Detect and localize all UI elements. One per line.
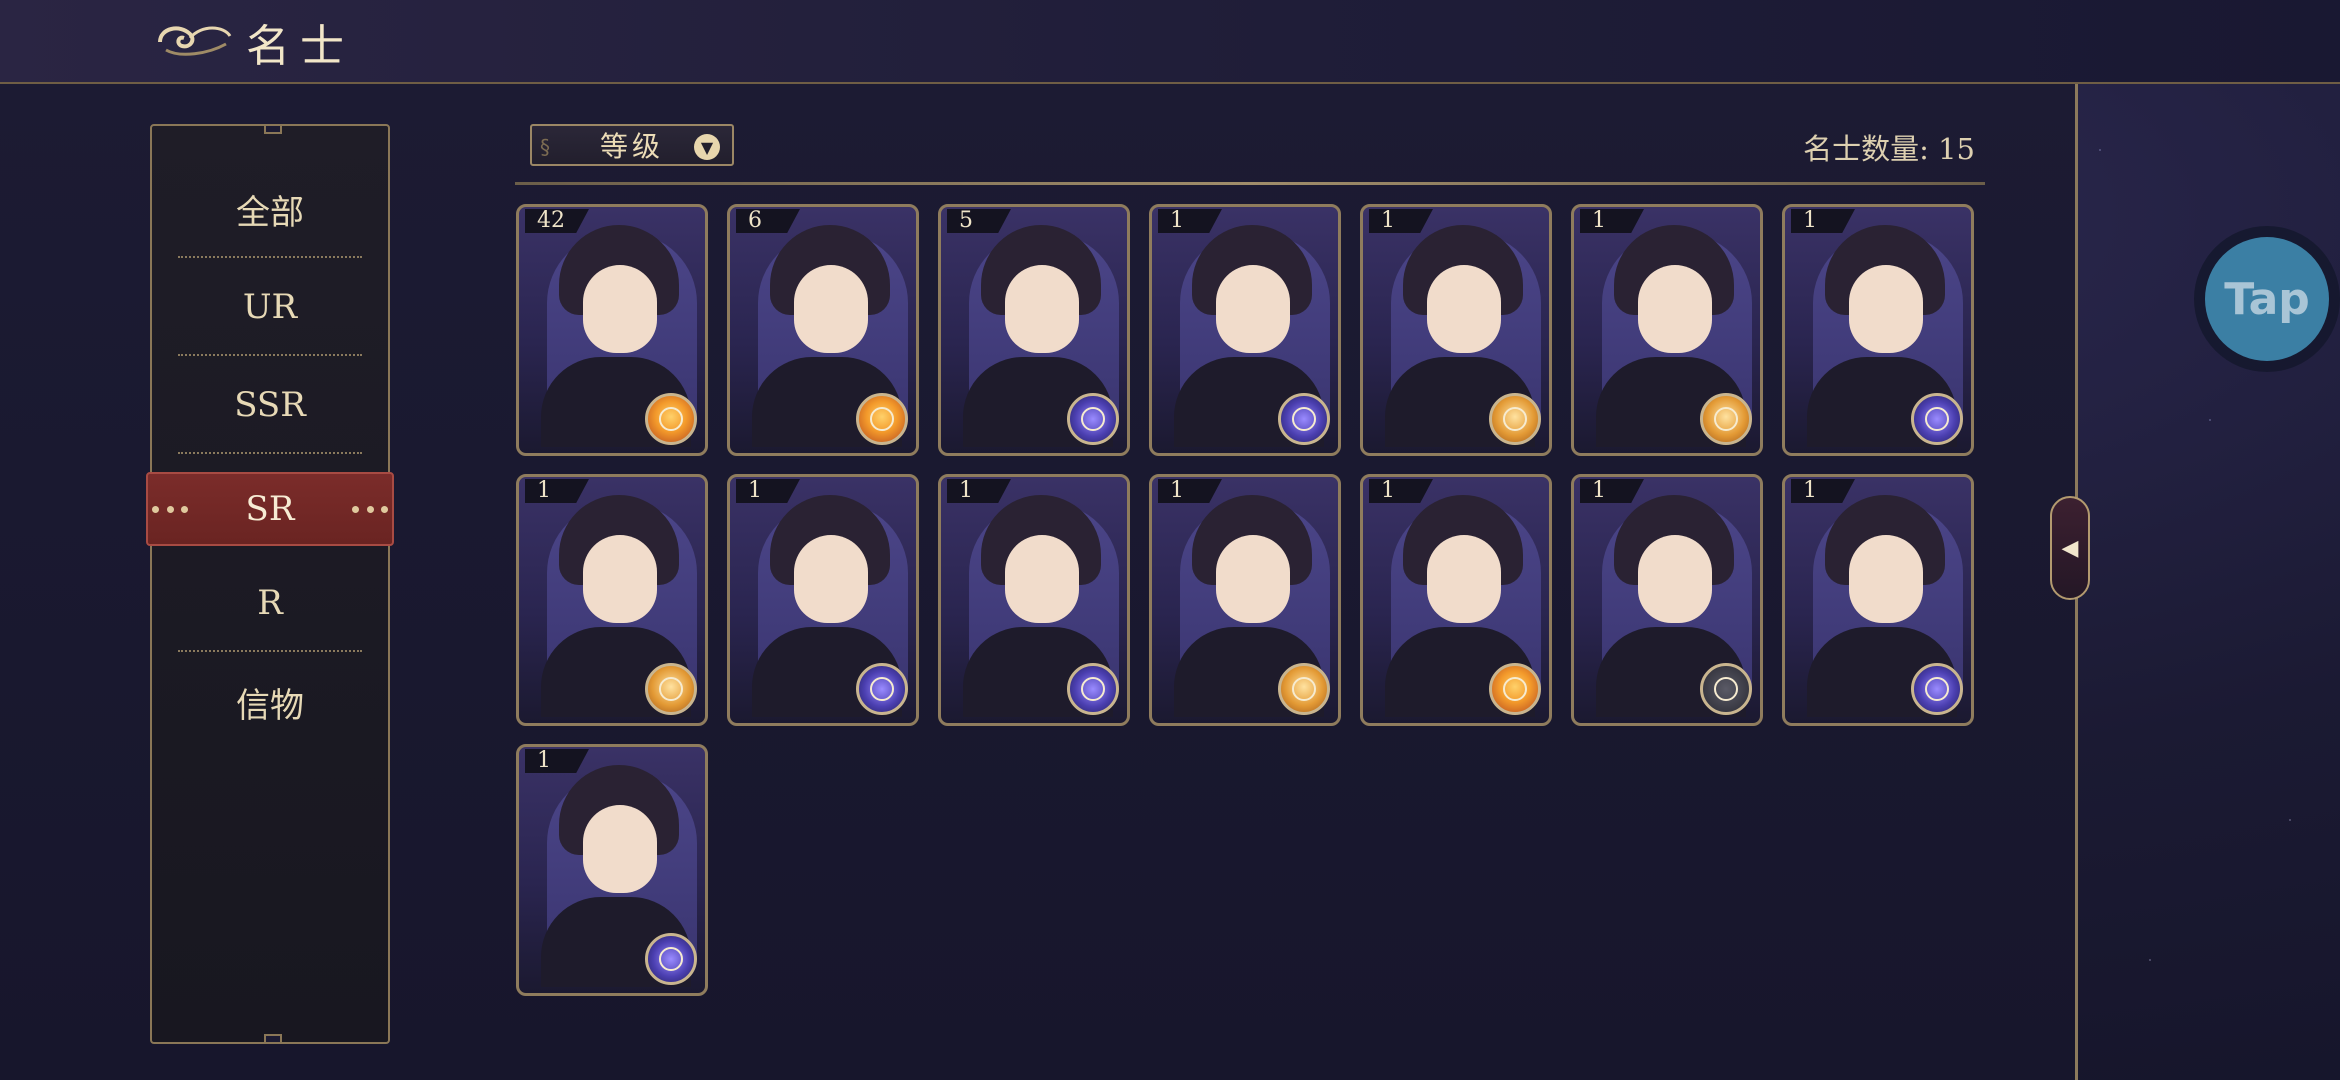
sidebar-notch-bottom — [264, 1034, 282, 1044]
character-face — [583, 265, 657, 353]
moon-element-icon — [856, 663, 908, 715]
sidebar-item-label: SR — [245, 489, 295, 529]
character-card[interactable]: 1 — [1149, 474, 1341, 726]
arrow-left-icon: ◀ — [2061, 535, 2079, 561]
sidebar-item-label: R — [257, 583, 283, 623]
level-badge: 1 — [736, 479, 800, 503]
chevron-down-icon: ▼ — [694, 134, 720, 160]
moon-element-icon — [645, 933, 697, 985]
character-face — [1216, 535, 1290, 623]
character-face — [1849, 265, 1923, 353]
orange-element-icon — [645, 663, 697, 715]
level-badge: 1 — [1158, 209, 1222, 233]
character-face — [1005, 265, 1079, 353]
sidebar-item-sr[interactable]: SR — [146, 472, 394, 546]
ornament-dots-right — [352, 505, 388, 513]
orange-element-icon — [1700, 393, 1752, 445]
sun-element-icon — [645, 393, 697, 445]
character-card[interactable]: 1 — [1149, 204, 1341, 456]
level-badge: 1 — [525, 749, 589, 773]
level-badge: 1 — [1580, 209, 1644, 233]
character-card[interactable]: 1 — [516, 744, 708, 996]
sidebar-item-label: SSR — [234, 385, 306, 425]
character-face — [794, 535, 868, 623]
character-face — [1005, 535, 1079, 623]
character-face — [1427, 265, 1501, 353]
sun-element-icon — [856, 393, 908, 445]
character-face — [583, 535, 657, 623]
moon-element-icon — [1278, 393, 1330, 445]
level-badge: 1 — [1791, 479, 1855, 503]
moon-element-icon — [1067, 663, 1119, 715]
cloud-swirl-icon — [158, 26, 232, 56]
character-card[interactable]: 1 — [1571, 204, 1763, 456]
character-card[interactable]: 1 — [1571, 474, 1763, 726]
character-face — [1427, 535, 1501, 623]
level-badge: 1 — [1791, 209, 1855, 233]
character-face — [583, 805, 657, 893]
level-badge: 5 — [947, 209, 1011, 233]
orange-element-icon — [1489, 393, 1541, 445]
moon-element-icon — [1067, 393, 1119, 445]
character-card[interactable]: 6 — [727, 204, 919, 456]
moon-element-icon — [1911, 393, 1963, 445]
level-badge: 1 — [1369, 209, 1433, 233]
sort-label: 等级 — [599, 130, 664, 163]
ornament-dots-left — [152, 505, 188, 513]
character-face — [1638, 535, 1712, 623]
character-card[interactable]: 1 — [1360, 204, 1552, 456]
sun-element-icon — [1489, 663, 1541, 715]
character-face — [1849, 535, 1923, 623]
sidebar-item-ssr[interactable]: SSR — [178, 358, 362, 454]
sidebar-item-label: 信物 — [236, 685, 304, 726]
character-card[interactable]: 1 — [727, 474, 919, 726]
divider — [515, 182, 1985, 185]
moon-element-icon — [1911, 663, 1963, 715]
sidebar-item-tokens[interactable]: 信物 — [178, 654, 362, 750]
sidebar-item-label: 全部 — [236, 192, 304, 233]
level-badge: 1 — [525, 479, 589, 503]
sidebar-item-all[interactable]: 全部 — [178, 162, 362, 258]
character-card[interactable]: 5 — [938, 204, 1130, 456]
character-count: 名士数量: 15 — [1803, 132, 1975, 166]
sidebar-item-label: UR — [242, 287, 298, 327]
character-card[interactable]: 1 — [516, 474, 708, 726]
character-card[interactable]: 1 — [1782, 474, 1974, 726]
level-badge: 1 — [1580, 479, 1644, 503]
star-element-icon — [1700, 663, 1752, 715]
orange-element-icon — [1278, 663, 1330, 715]
sort-dropdown[interactable]: § 等级 ▼ — [530, 124, 734, 166]
page-title: 名士 — [246, 21, 354, 72]
character-face — [794, 265, 868, 353]
cloud-ornament-icon: § — [540, 135, 550, 159]
collapse-arrow-button[interactable]: ◀ — [2050, 496, 2090, 600]
character-card[interactable]: 42 — [516, 204, 708, 456]
sidebar-notch-top — [264, 124, 282, 134]
level-badge: 6 — [736, 209, 800, 233]
level-badge: 1 — [1158, 479, 1222, 503]
character-card[interactable]: 1 — [938, 474, 1130, 726]
character-card[interactable]: 1 — [1782, 204, 1974, 456]
sidebar-item-r[interactable]: R — [178, 556, 362, 652]
header-bar: 名士 — [0, 0, 2340, 84]
level-badge: 1 — [947, 479, 1011, 503]
character-face — [1638, 265, 1712, 353]
tap-label: Tap — [2205, 237, 2329, 361]
level-badge: 42 — [525, 209, 589, 233]
tap-float-button[interactable]: Tap — [2194, 226, 2340, 372]
sidebar-item-ur[interactable]: UR — [178, 260, 362, 356]
character-face — [1216, 265, 1290, 353]
character-card[interactable]: 1 — [1360, 474, 1552, 726]
level-badge: 1 — [1369, 479, 1433, 503]
